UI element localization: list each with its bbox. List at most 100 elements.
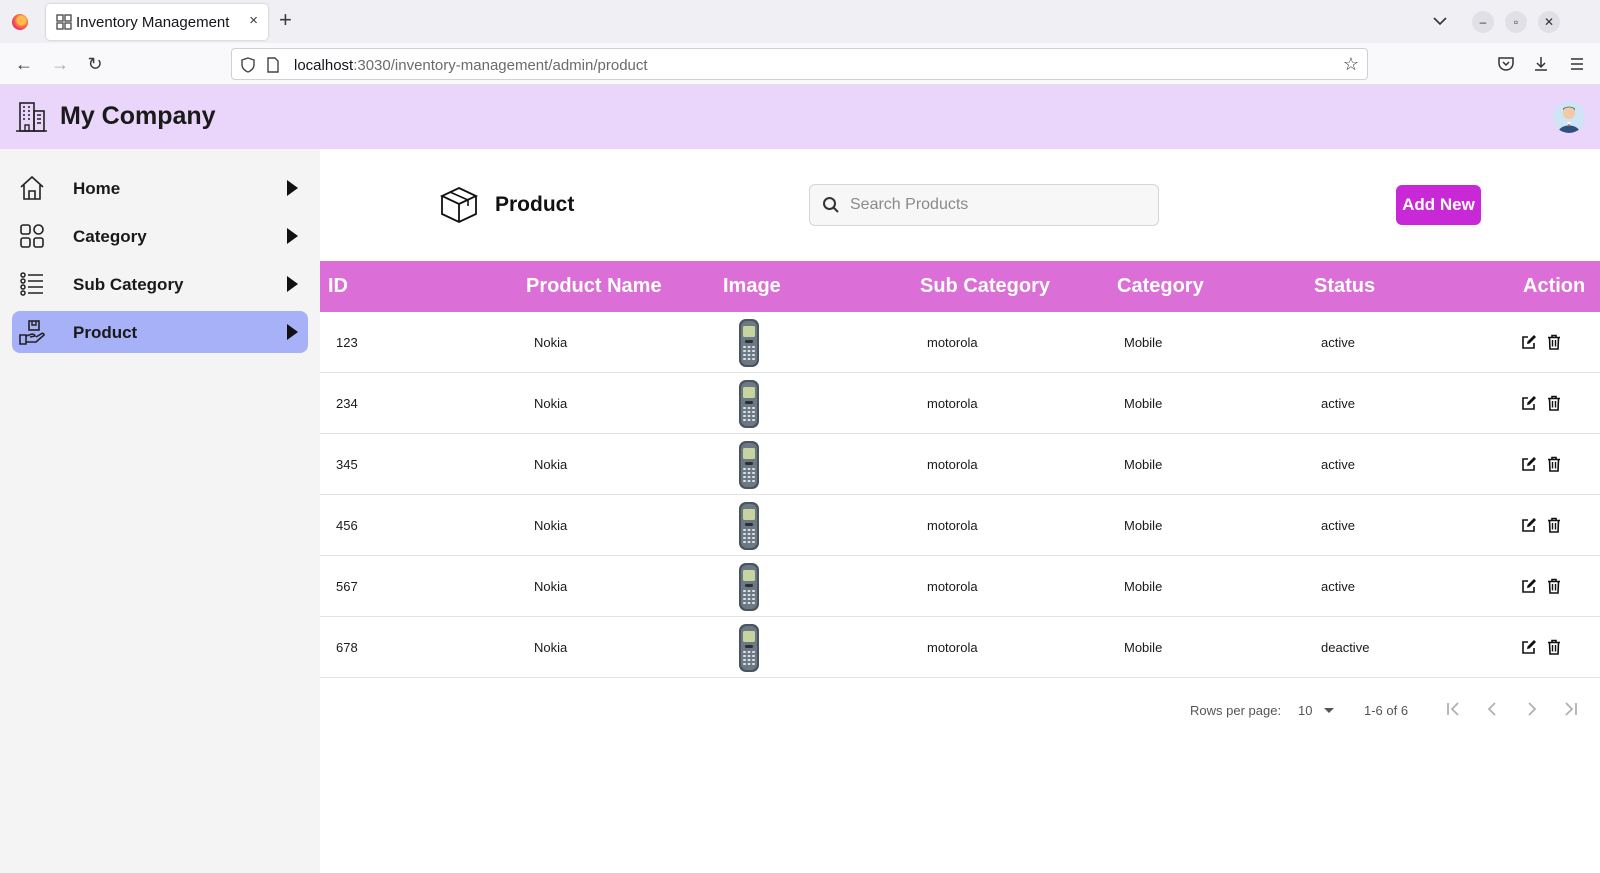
edit-icon[interactable] [1521,334,1537,350]
hand-box-icon [19,320,45,345]
cell-sub-category: motorola [927,396,978,411]
cell-sub-category: motorola [927,640,978,655]
add-new-button[interactable]: Add New [1396,185,1481,225]
sidebar-item-category[interactable]: Category [12,215,308,257]
browser-tab-bar: Inventory Management × + – ▫ ✕ [0,0,1600,43]
building-logo-icon [16,102,47,132]
phone-image [739,380,759,428]
reload-icon[interactable]: ↻ [85,54,105,74]
cell-status: active [1321,518,1355,533]
trash-icon[interactable] [1546,639,1562,655]
edit-icon[interactable] [1521,639,1537,655]
search-box[interactable] [809,184,1159,226]
caret-right-icon [287,276,298,292]
sidebar-item-sub-category[interactable]: Sub Category [12,263,308,305]
new-tab-button[interactable]: + [279,8,292,32]
minimize-window-button[interactable]: – [1472,11,1494,33]
cell-product-name: Nokia [534,640,568,655]
column-header-sub-category: Sub Category [920,275,1051,297]
cell-id: 567 [336,579,358,594]
cell-id: 123 [336,335,358,350]
back-arrow-icon[interactable]: ← [14,54,34,74]
cell-product-name: Nokia [534,579,568,594]
cell-status: deactive [1321,640,1370,655]
close-window-button[interactable]: ✕ [1538,11,1560,33]
pocket-icon[interactable] [1497,55,1515,73]
sidebar-item-label: Home [73,179,121,198]
table-header: ID Product Name Image Sub Category Categ… [320,261,1600,312]
column-header-id: ID [328,275,348,297]
phone-image [739,319,759,367]
search-input[interactable] [850,193,1150,217]
column-header-category: Category [1117,275,1204,297]
user-avatar-icon [1558,106,1580,133]
column-header-product-name: Product Name [526,275,662,297]
table-row: 234 Nokia motorola Mobile active [320,373,1600,434]
menu-hamburger-icon[interactable] [1568,55,1586,73]
trash-icon[interactable] [1546,578,1562,594]
last-page-icon[interactable] [1561,699,1581,719]
pagination-range: 1-6 of 6 [1364,703,1409,718]
cell-category: Mobile [1124,579,1163,594]
forward-arrow-icon[interactable]: → [50,54,70,74]
trash-icon[interactable] [1546,334,1562,350]
list-icon [20,272,43,296]
table-body: 123 Nokia motorola Mobile active 234 Nok… [320,312,1600,678]
sidebar-item-home[interactable]: Home [12,167,308,209]
page-title: Product [495,193,575,216]
restore-window-button[interactable]: ▫ [1505,11,1527,33]
phone-image [739,502,759,550]
trash-icon[interactable] [1546,395,1562,411]
cell-category: Mobile [1124,518,1163,533]
column-header-image: Image [723,275,781,297]
cell-sub-category: motorola [927,579,978,594]
url-host: localhost [294,57,354,74]
trash-icon[interactable] [1546,456,1562,472]
edit-icon[interactable] [1521,517,1537,533]
cell-category: Mobile [1124,640,1163,655]
url-path: :3030/inventory-management/admin/product [353,57,648,74]
caret-right-icon [287,228,298,244]
sidebar-item-product[interactable]: Product [12,311,308,353]
url-bar[interactable]: localhost:3030/inventory-management/admi… [231,48,1368,80]
page-info-icon[interactable] [266,57,280,73]
cell-product-name: Nokia [534,457,568,472]
rows-per-page-select[interactable]: 10 [1298,703,1312,718]
rows-per-page-label: Rows per page: [1190,703,1282,718]
sidebar-item-label: Category [73,227,147,246]
browser-nav-bar: ← → ↻ localhost:3030/inventory-managemen… [0,43,1600,85]
downloads-icon[interactable] [1532,55,1550,73]
previous-page-icon[interactable] [1482,699,1502,719]
edit-icon[interactable] [1521,456,1537,472]
home-icon [20,175,44,200]
cell-status: active [1321,396,1355,411]
cell-product-name: Nokia [534,396,568,411]
cell-status: active [1321,335,1355,350]
first-page-icon[interactable] [1443,699,1463,719]
caret-right-icon [287,180,298,196]
table-row: 123 Nokia motorola Mobile active [320,312,1600,373]
sidebar-item-label: Sub Category [73,275,184,294]
tab-title: Inventory Management [76,14,230,31]
caret-down-icon[interactable] [1324,708,1334,713]
edit-icon[interactable] [1521,578,1537,594]
cell-category: Mobile [1124,457,1163,472]
trash-icon[interactable] [1546,517,1562,533]
cell-id: 678 [336,640,358,655]
url-text[interactable]: localhost:3030/inventory-management/admi… [294,57,648,74]
cell-id: 234 [336,396,358,411]
tab-close-icon[interactable]: × [249,12,258,29]
grid-icon [20,224,44,248]
table-row: 456 Nokia motorola Mobile active [320,495,1600,556]
user-avatar[interactable] [1553,101,1585,133]
phone-image [739,441,759,489]
edit-icon[interactable] [1521,395,1537,411]
firefox-logo-icon [12,14,28,30]
browser-tab[interactable]: Inventory Management × [46,4,268,40]
next-page-icon[interactable] [1522,699,1542,719]
cell-product-name: Nokia [534,335,568,350]
table-pagination: Rows per page: 10 1-6 of 6 [320,695,1600,725]
bookmark-star-icon[interactable]: ☆ [1343,54,1359,75]
shield-icon[interactable] [240,57,256,73]
list-all-tabs-icon[interactable] [1431,12,1449,30]
